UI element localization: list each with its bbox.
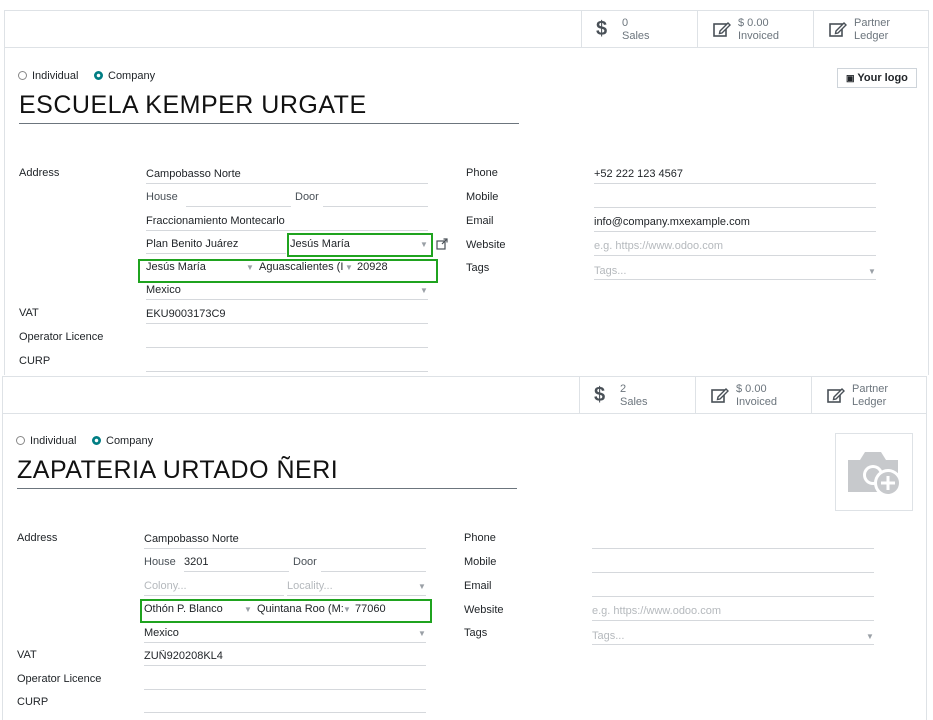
curp-label: CURP [19, 355, 51, 367]
phone-label: Phone [464, 532, 496, 544]
chevron-down-icon: ▼ [420, 286, 428, 295]
invoiced-button[interactable]: $ 0.00 Invoiced [697, 11, 813, 47]
curp-field[interactable] [146, 371, 428, 372]
operator-licence-label: Operator Licence [17, 673, 102, 685]
locality-field[interactable]: Locality... [287, 580, 333, 592]
door-label: Door [293, 556, 317, 568]
vat-field[interactable]: EKU9003173C9 [146, 308, 226, 320]
tags-field[interactable]: Tags... [592, 630, 624, 642]
radio-individual[interactable]: Individual [16, 435, 76, 447]
partner-ledger-button[interactable]: Partner Ledger [813, 11, 928, 47]
button-box-divider [5, 47, 928, 48]
country-field[interactable]: Mexico [146, 284, 181, 296]
edit-icon [828, 19, 848, 39]
partner-ledger-button[interactable]: Partner Ledger [811, 377, 926, 413]
website-field[interactable]: e.g. https://www.odoo.com [594, 240, 723, 252]
street-field[interactable]: Campobasso Norte [146, 168, 241, 180]
phone-label: Phone [466, 167, 498, 179]
highlight-box-city-state-zip [140, 599, 432, 623]
mobile-label: Mobile [464, 556, 497, 568]
locality-field[interactable]: Plan Benito Juárez [146, 238, 238, 250]
edit-icon [712, 19, 732, 39]
house-field[interactable]: 3201 [184, 556, 208, 568]
chevron-down-icon: ▼ [866, 632, 874, 641]
your-logo-button[interactable]: ▣ Your logo [837, 68, 917, 88]
chevron-down-icon: ▼ [868, 267, 876, 276]
external-link-icon[interactable] [436, 237, 448, 250]
tags-label: Tags [466, 262, 490, 274]
sales-button[interactable]: $ 2 Sales [579, 377, 695, 413]
website-label: Website [464, 604, 504, 616]
dollar-icon: $ [594, 384, 606, 406]
edit-icon [826, 385, 846, 405]
camera-plus-icon [848, 452, 902, 497]
email-field[interactable] [592, 596, 874, 597]
phone-field[interactable]: +52 222 123 4567 [594, 168, 683, 180]
partner-name[interactable]: ZAPATERIA URTADO ÑERI [17, 456, 338, 485]
invoiced-button[interactable]: $ 0.00 Invoiced [695, 377, 811, 413]
highlight-box-city [287, 233, 433, 257]
partner-name[interactable]: ESCUELA KEMPER URGATE [19, 91, 367, 120]
colony-field[interactable]: Fraccionamiento Montecarlo [146, 215, 285, 227]
house-label: House [146, 191, 178, 203]
mobile-field[interactable] [594, 207, 876, 208]
vat-label: VAT [19, 307, 39, 319]
email-field[interactable]: info@company.mxexample.com [594, 216, 750, 228]
partner-form-1: $ 0 Sales $ 0.00 Invoiced Partner Ledger… [4, 10, 929, 375]
radio-company[interactable]: Company [94, 70, 155, 82]
house-field[interactable] [186, 206, 291, 207]
address-label: Address [19, 167, 60, 179]
colony-field[interactable]: Colony... [144, 580, 187, 592]
operator-licence-field[interactable] [144, 689, 426, 690]
camera-icon: ▣ [846, 73, 855, 83]
vat-field[interactable]: ZUÑ920208KL4 [144, 650, 223, 662]
name-underline [17, 488, 517, 489]
curp-label: CURP [17, 696, 49, 708]
edit-icon [710, 385, 730, 405]
street-field[interactable]: Campobasso Norte [144, 533, 239, 545]
email-label: Email [466, 215, 494, 227]
door-field[interactable] [321, 571, 426, 572]
radio-company[interactable]: Company [92, 435, 153, 447]
highlight-box-city-state-zip [138, 259, 438, 283]
operator-licence-label: Operator Licence [19, 331, 104, 343]
partner-form-2: $ 2 Sales $ 0.00 Invoiced Partner Ledger… [2, 376, 927, 720]
address-label: Address [17, 532, 58, 544]
phone-field[interactable] [592, 548, 874, 549]
sales-button[interactable]: $ 0 Sales [581, 11, 697, 47]
radio-individual[interactable]: Individual [18, 70, 78, 82]
country-field[interactable]: Mexico [144, 627, 179, 639]
operator-licence-field[interactable] [146, 347, 428, 348]
website-field[interactable]: e.g. https://www.odoo.com [592, 605, 721, 617]
name-underline [19, 123, 519, 124]
vat-label: VAT [17, 649, 37, 661]
button-box-divider [3, 413, 926, 414]
door-label: Door [295, 191, 319, 203]
chevron-down-icon: ▼ [418, 582, 426, 591]
mobile-field[interactable] [592, 572, 874, 573]
tags-label: Tags [464, 627, 488, 639]
house-label: House [144, 556, 176, 568]
dollar-icon: $ [596, 18, 608, 40]
mobile-label: Mobile [466, 191, 499, 203]
website-label: Website [466, 239, 506, 251]
tags-field[interactable]: Tags... [594, 265, 626, 277]
image-upload[interactable] [835, 433, 913, 511]
curp-field[interactable] [144, 712, 426, 713]
chevron-down-icon: ▼ [418, 629, 426, 638]
email-label: Email [464, 580, 492, 592]
door-field[interactable] [323, 206, 428, 207]
